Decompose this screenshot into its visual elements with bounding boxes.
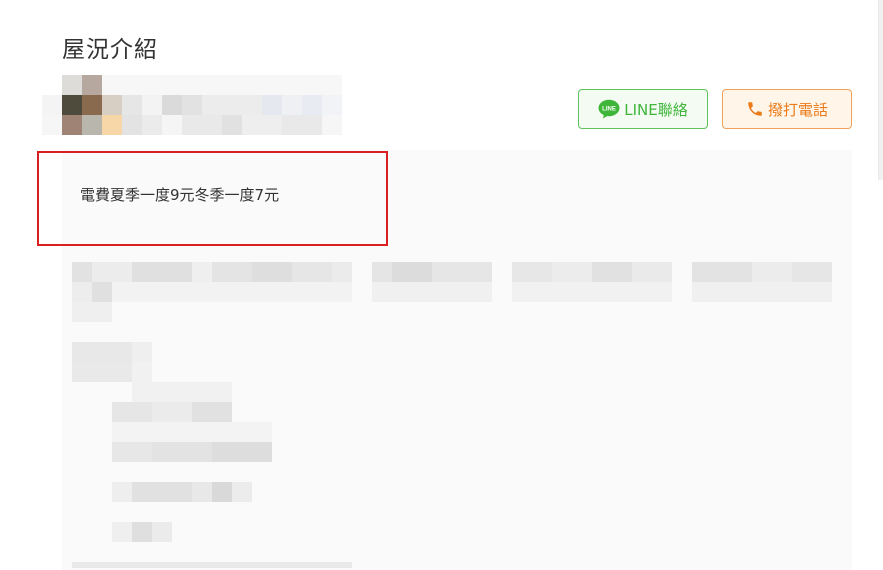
line-contact-button[interactable]: LINE LINE聯絡	[578, 89, 708, 129]
highlight-annotation-box	[37, 151, 388, 246]
obscured-description-text	[72, 262, 832, 568]
call-button-label: 撥打電話	[767, 100, 828, 119]
line-chat-icon: LINE	[598, 99, 620, 119]
line-badge-text: LINE	[602, 106, 616, 112]
phone-icon	[746, 100, 764, 118]
section-title: 屋況介紹	[62, 37, 158, 63]
line-button-label: LINE聯絡	[624, 100, 688, 119]
obscured-agent-info	[42, 75, 342, 135]
call-phone-button[interactable]: 撥打電話	[722, 89, 852, 129]
scrollbar-edge[interactable]	[878, 0, 883, 180]
